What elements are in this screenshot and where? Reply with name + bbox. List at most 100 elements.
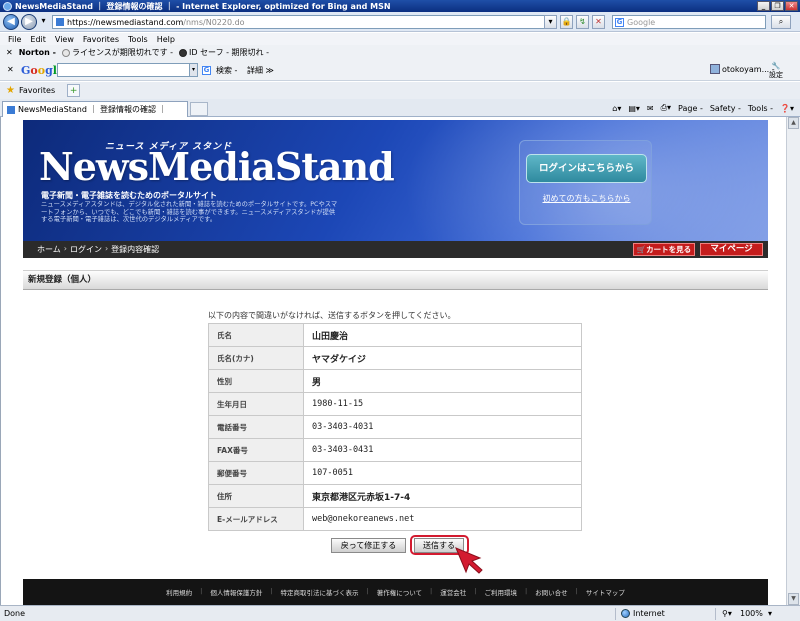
footer-link-contact[interactable]: お問い合せ bbox=[527, 587, 576, 597]
view-cart-button[interactable]: 🛒カートを見る bbox=[633, 243, 695, 256]
login-button[interactable]: ログインはこちらから bbox=[526, 154, 647, 183]
first-time-link[interactable]: 初めての方もこちらから bbox=[520, 193, 653, 204]
field-value: ヤマダケイジ bbox=[303, 346, 582, 370]
add-favorite-icon[interactable]: + bbox=[67, 84, 81, 97]
google-g-icon: G bbox=[202, 66, 211, 75]
page-content: ニュース メディア スタンド NewsMediaStand 電子新聞・電子雑誌を… bbox=[0, 117, 800, 605]
back-arrow-icon[interactable]: ◀ bbox=[3, 14, 19, 30]
footer-link-terms[interactable]: 利用規約 bbox=[158, 587, 200, 597]
breadcrumb-login[interactable]: ログイン bbox=[70, 244, 102, 255]
security-zone[interactable]: Internet bbox=[621, 609, 665, 618]
norton-license-item[interactable]: ライセンスが期限切れです - bbox=[61, 47, 173, 58]
home-icon[interactable]: ⌂▾ bbox=[612, 104, 621, 113]
tab-favicon-icon bbox=[7, 105, 15, 114]
status-text: Done bbox=[4, 609, 26, 618]
menu-file[interactable]: File bbox=[8, 35, 21, 44]
command-page[interactable]: Page - bbox=[678, 104, 703, 113]
table-row: E-メールアドレス web@onekoreanews.net bbox=[208, 507, 582, 531]
compat-view-icon[interactable]: ↯ bbox=[576, 15, 589, 29]
norton-brand[interactable]: Norton - bbox=[19, 48, 56, 57]
wrench-icon: 🔧 bbox=[771, 62, 781, 70]
norton-close-icon[interactable]: ✕ bbox=[6, 48, 13, 57]
menu-favorites[interactable]: Favorites bbox=[83, 35, 119, 44]
field-value: 山田慶治 bbox=[303, 323, 582, 347]
menu-view[interactable]: View bbox=[55, 35, 74, 44]
google-search-input[interactable] bbox=[57, 63, 191, 77]
table-row: 性別 男 bbox=[208, 369, 582, 393]
user-avatar-icon bbox=[710, 64, 720, 74]
address-dropdown-icon[interactable]: ▾ bbox=[544, 15, 557, 29]
address-bar[interactable]: https://newsmediastand.com/nms/N0220.do bbox=[52, 15, 557, 29]
menu-help[interactable]: Help bbox=[157, 35, 175, 44]
table-row: 氏名 山田慶治 bbox=[208, 323, 582, 347]
table-row: 電話番号 03-3403-4031 bbox=[208, 415, 582, 439]
help-icon[interactable]: ❓▾ bbox=[780, 104, 794, 113]
field-label: 氏名 bbox=[208, 323, 304, 347]
footer-link-privacy[interactable]: 個人情報保護方針 bbox=[202, 587, 270, 597]
page-favicon-icon bbox=[56, 18, 64, 26]
lock-icon[interactable]: 🔒 bbox=[560, 15, 573, 29]
status-bar: Done Internet ⚲▾ 100% ▾ bbox=[0, 605, 800, 621]
google-search-button[interactable]: G 検索 - bbox=[202, 65, 237, 76]
breadcrumb-current: 登録内容確認 bbox=[111, 245, 160, 254]
back-to-edit-button[interactable]: 戻って修正する bbox=[331, 538, 406, 553]
favorites-star-icon[interactable]: ★ bbox=[6, 85, 15, 96]
search-go-icon[interactable]: ⌕ bbox=[771, 15, 791, 29]
field-label: 生年月日 bbox=[208, 392, 304, 416]
close-button[interactable]: ✕ bbox=[785, 1, 798, 11]
table-row: 郵便番号 107-0051 bbox=[208, 461, 582, 485]
field-value: 男 bbox=[303, 369, 582, 393]
google-toolbar-close-icon[interactable]: ✕ bbox=[7, 65, 14, 74]
google-settings-button[interactable]: 🔧 設定 bbox=[769, 62, 783, 80]
norton-idsafe-item[interactable]: ID セーフ - 期限切れ - bbox=[179, 47, 269, 58]
mail-icon[interactable]: ✉ bbox=[647, 104, 654, 113]
print-icon[interactable]: ⎙▾ bbox=[661, 103, 671, 113]
minimize-button[interactable]: _ bbox=[757, 1, 770, 11]
google-search-dropdown-icon[interactable]: ▾ bbox=[189, 63, 198, 77]
footer-link-commerce-law[interactable]: 特定商取引法に基づく表示 bbox=[273, 587, 367, 597]
table-row: 住所 東京都港区元赤坂1-7-4 bbox=[208, 484, 582, 508]
site-logo[interactable]: NewsMediaStand bbox=[39, 144, 395, 189]
field-value: 東京都港区元赤坂1-7-4 bbox=[303, 484, 582, 508]
new-tab-button[interactable] bbox=[190, 102, 208, 116]
menu-edit[interactable]: Edit bbox=[30, 35, 46, 44]
command-safety[interactable]: Safety - bbox=[710, 104, 741, 113]
favorites-label[interactable]: Favorites bbox=[19, 86, 55, 95]
table-row: 氏名(カナ) ヤマダケイジ bbox=[208, 346, 582, 370]
field-label: 電話番号 bbox=[208, 415, 304, 439]
field-label: E-メールアドレス bbox=[208, 507, 304, 531]
footer-link-environment[interactable]: ご利用環境 bbox=[476, 587, 525, 597]
vertical-scrollbar[interactable]: ▲ ▼ bbox=[786, 117, 800, 605]
refresh-icon[interactable]: ✕ bbox=[592, 15, 605, 29]
table-row: 生年月日 1980-11-15 bbox=[208, 392, 582, 416]
footer-link-sitemap[interactable]: サイトマップ bbox=[578, 587, 633, 597]
breadcrumb: ホーム › ログイン › 登録内容確認 bbox=[37, 244, 159, 255]
scroll-down-icon[interactable]: ▼ bbox=[788, 593, 799, 605]
status-divider bbox=[615, 608, 616, 620]
zoom-dropdown-icon[interactable]: ▾ bbox=[768, 609, 772, 618]
history-dropdown-icon[interactable]: ▾ bbox=[38, 15, 49, 29]
google-more-button[interactable]: 詳細 ≫ bbox=[247, 65, 274, 76]
norton-idsafe-label: ID セーフ - 期限切れ - bbox=[189, 48, 269, 57]
site-footer: 利用規約 | 個人情報保護方針 | 特定商取引法に基づく表示 | 著作権について | 運… bbox=[23, 579, 768, 605]
google-user-menu[interactable]: otokoyam... - bbox=[710, 64, 775, 74]
window-titlebar: NewsMediaStand ｜ 登録情報の確認 ｜ - Internet Ex… bbox=[0, 0, 800, 12]
scroll-up-icon[interactable]: ▲ bbox=[788, 117, 799, 129]
feeds-icon[interactable]: ▤▾ bbox=[628, 104, 640, 113]
mypage-button[interactable]: マイページ bbox=[700, 243, 763, 256]
maximize-button[interactable]: ❐ bbox=[771, 1, 784, 11]
menu-bar: File Edit View Favorites Tools Help bbox=[0, 33, 800, 45]
favorites-bar: ★ Favorites + bbox=[0, 82, 800, 99]
footer-link-copyright[interactable]: 著作権について bbox=[369, 587, 430, 597]
menu-tools[interactable]: Tools bbox=[128, 35, 148, 44]
breadcrumb-home[interactable]: ホーム bbox=[37, 244, 61, 255]
zoom-level[interactable]: 100% bbox=[740, 609, 763, 618]
protected-mode-icon[interactable]: ⚲▾ bbox=[722, 609, 732, 618]
browser-search-box[interactable]: G Google bbox=[612, 15, 766, 29]
field-label: 郵便番号 bbox=[208, 461, 304, 485]
command-tools[interactable]: Tools - bbox=[748, 104, 773, 113]
tab-newsmediastand[interactable]: NewsMediaStand ｜ 登録情報の確認 ｜ bbox=[2, 101, 188, 117]
footer-link-company[interactable]: 運営会社 bbox=[432, 587, 474, 597]
forward-arrow-icon[interactable]: ▶ bbox=[21, 14, 37, 30]
field-value: web@onekoreanews.net bbox=[303, 507, 582, 531]
